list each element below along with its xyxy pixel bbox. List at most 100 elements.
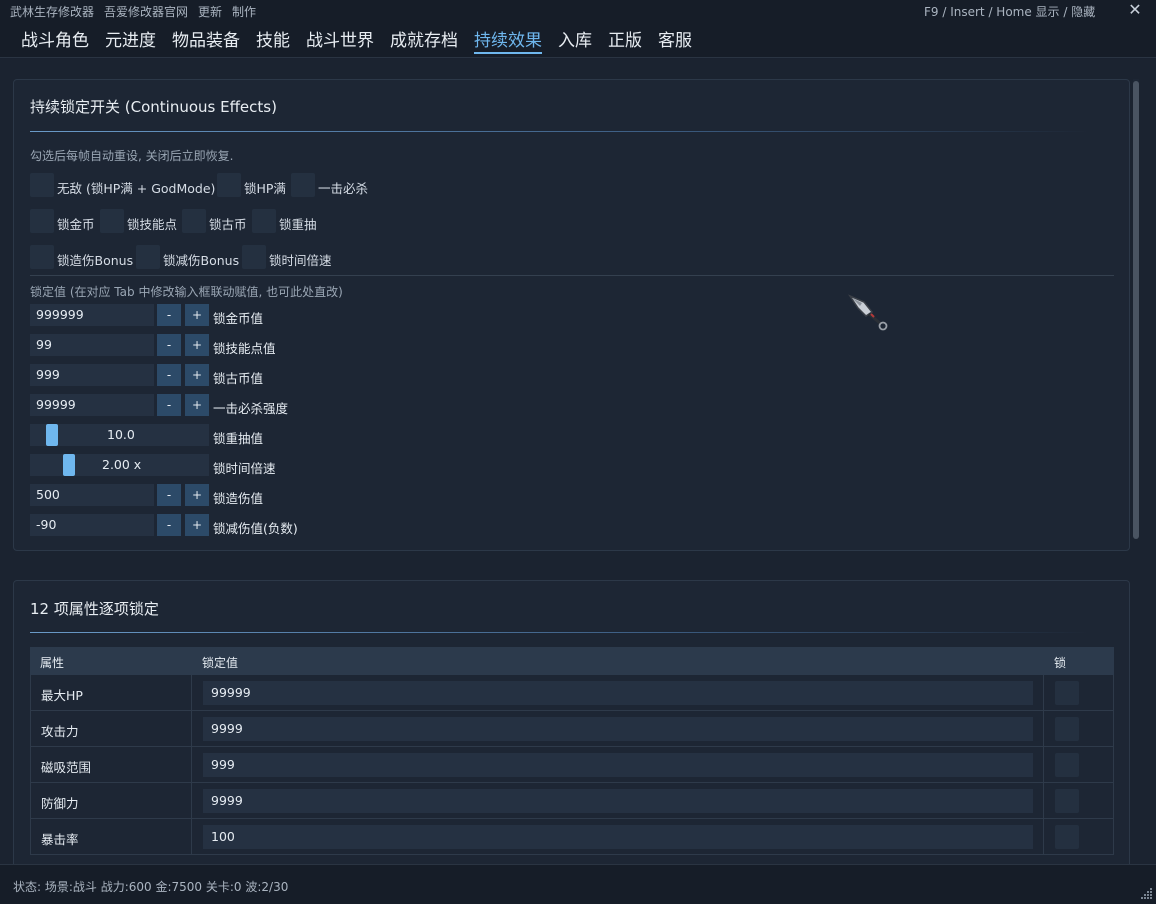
checkbox-lock-reduction-bonus[interactable]: [136, 245, 160, 269]
status-text: 状态: 场景:战斗 战力:600 金:7500 关卡:0 波:2/30: [13, 880, 289, 894]
slider-thumb[interactable]: [63, 454, 75, 476]
content-area: 持续锁定开关 (Continuous Effects) 勾选后每帧自动重设, 关…: [0, 59, 1156, 864]
checkbox-invincible[interactable]: [30, 173, 54, 197]
row-label: 锁时间倍速: [213, 461, 276, 476]
row-label: 一击必杀强度: [213, 401, 289, 416]
header-attribute: 属性: [40, 656, 65, 670]
tab-meta-progress[interactable]: 元进度: [105, 26, 156, 51]
checkbox-label: 锁重抽: [279, 217, 317, 232]
tab-items-equipment[interactable]: 物品装备: [172, 26, 240, 51]
lock-checkbox[interactable]: [1055, 825, 1079, 849]
tab-combat-character[interactable]: 战斗角色: [21, 26, 89, 51]
section-divider: [30, 275, 1114, 276]
column-divider: [191, 747, 192, 783]
checkbox-label: 无敌 (锁HP满 + GodMode): [57, 181, 216, 196]
lock-checkbox[interactable]: [1055, 717, 1079, 741]
column-divider: [1043, 747, 1044, 783]
menu-credits[interactable]: 制作: [232, 3, 256, 20]
lock-checkbox[interactable]: [1055, 681, 1079, 705]
tab-combat-world[interactable]: 战斗世界: [306, 26, 374, 51]
gold-value-input[interactable]: 999999: [30, 304, 154, 326]
attribute-name: 暴击率: [41, 832, 79, 847]
column-divider: [1043, 711, 1044, 747]
column-divider: [191, 675, 192, 711]
decrement-button[interactable]: -: [157, 334, 181, 356]
checkbox-lock-skill-points[interactable]: [100, 209, 124, 233]
decrement-button[interactable]: -: [157, 394, 181, 416]
decrement-button[interactable]: -: [157, 514, 181, 536]
table-row: 最大HP 99999: [30, 675, 1114, 711]
damage-value-input[interactable]: 500: [30, 484, 154, 506]
tab-genuine[interactable]: 正版: [608, 26, 642, 51]
ancient-coin-value-input[interactable]: 999: [30, 364, 154, 386]
checkbox-lock-gold[interactable]: [30, 209, 54, 233]
increment-button[interactable]: +: [185, 304, 209, 326]
row-label: 锁金币值: [213, 311, 264, 326]
increment-button[interactable]: +: [185, 334, 209, 356]
increment-button[interactable]: +: [185, 364, 209, 386]
close-icon[interactable]: ✕: [1127, 0, 1143, 19]
increment-button[interactable]: +: [185, 484, 209, 506]
checkbox-label: 锁HP满: [244, 181, 286, 196]
column-divider: [1043, 783, 1044, 819]
attribute-value-input[interactable]: 9999: [203, 789, 1033, 813]
attribute-name: 攻击力: [41, 724, 79, 739]
tab-storage[interactable]: 入库: [558, 26, 592, 51]
increment-button[interactable]: +: [185, 394, 209, 416]
slider-value: 2.00 x: [102, 457, 142, 472]
one-hit-strength-input[interactable]: 99999: [30, 394, 154, 416]
column-divider: [1043, 819, 1044, 855]
decrement-button[interactable]: -: [157, 364, 181, 386]
tab-achievements-save[interactable]: 成就存档: [390, 26, 458, 51]
tab-support[interactable]: 客服: [658, 26, 692, 51]
tab-skills[interactable]: 技能: [256, 26, 290, 51]
decrement-button[interactable]: -: [157, 304, 181, 326]
row-label: 锁古币值: [213, 371, 264, 386]
lock-checkbox[interactable]: [1055, 789, 1079, 813]
increment-button[interactable]: +: [185, 514, 209, 536]
decrement-button[interactable]: -: [157, 484, 181, 506]
attribute-name: 防御力: [41, 796, 79, 811]
checkbox-label: 锁金币: [57, 217, 95, 232]
column-divider: [1043, 675, 1044, 711]
title-separator: [30, 131, 1090, 132]
attribute-name: 磁吸范围: [41, 760, 92, 775]
app-title: 武林生存修改器: [10, 5, 95, 19]
checkbox-lock-time-scale[interactable]: [242, 245, 266, 269]
slider-thumb[interactable]: [46, 424, 58, 446]
attribute-value-input[interactable]: 9999: [203, 717, 1033, 741]
title-menu: 武林生存修改器 吾爱修改器官网 更新 制作: [10, 3, 256, 20]
tab-continuous-effects[interactable]: 持续效果: [474, 26, 542, 54]
column-divider: [191, 783, 192, 819]
checkbox-one-hit-kill[interactable]: [291, 173, 315, 197]
attribute-value-input[interactable]: 999: [203, 753, 1033, 777]
title-separator: [30, 632, 1090, 633]
panel-title: 持续锁定开关 (Continuous Effects): [30, 98, 277, 116]
row-label: 锁重抽值: [213, 431, 264, 446]
scrollbar-thumb[interactable]: [1133, 81, 1139, 539]
checkbox-lock-ancient-coin[interactable]: [182, 209, 206, 233]
checkbox-label: 一击必杀: [318, 181, 369, 196]
skill-points-value-input[interactable]: 99: [30, 334, 154, 356]
checkbox-lock-reroll[interactable]: [252, 209, 276, 233]
reduction-value-input[interactable]: -90: [30, 514, 154, 536]
checkbox-label: 锁古币: [209, 217, 247, 232]
attribute-value-input[interactable]: 100: [203, 825, 1033, 849]
values-hint: 锁定值 (在对应 Tab 中修改输入框联动赋值, 也可此处直改): [30, 285, 343, 299]
table-row: 攻击力 9999: [30, 711, 1114, 747]
lock-checkbox[interactable]: [1055, 753, 1079, 777]
checkbox-lock-damage-bonus[interactable]: [30, 245, 54, 269]
menu-official-site[interactable]: 吾爱修改器官网: [104, 3, 188, 20]
slider-value: 10.0: [107, 427, 135, 442]
reroll-slider[interactable]: 10.0: [30, 424, 209, 446]
time-scale-slider[interactable]: 2.00 x: [30, 454, 209, 476]
resize-grip-icon[interactable]: [1141, 887, 1153, 899]
checkbox-lock-hp-full[interactable]: [217, 173, 241, 197]
checkbox-label: 锁时间倍速: [269, 253, 332, 268]
table-row: 磁吸范围 999: [30, 747, 1114, 783]
attribute-name: 最大HP: [41, 688, 83, 703]
row-label: 锁技能点值: [213, 341, 276, 356]
menu-update[interactable]: 更新: [198, 3, 222, 20]
header-lock: 锁: [1054, 656, 1067, 670]
attribute-value-input[interactable]: 99999: [203, 681, 1033, 705]
